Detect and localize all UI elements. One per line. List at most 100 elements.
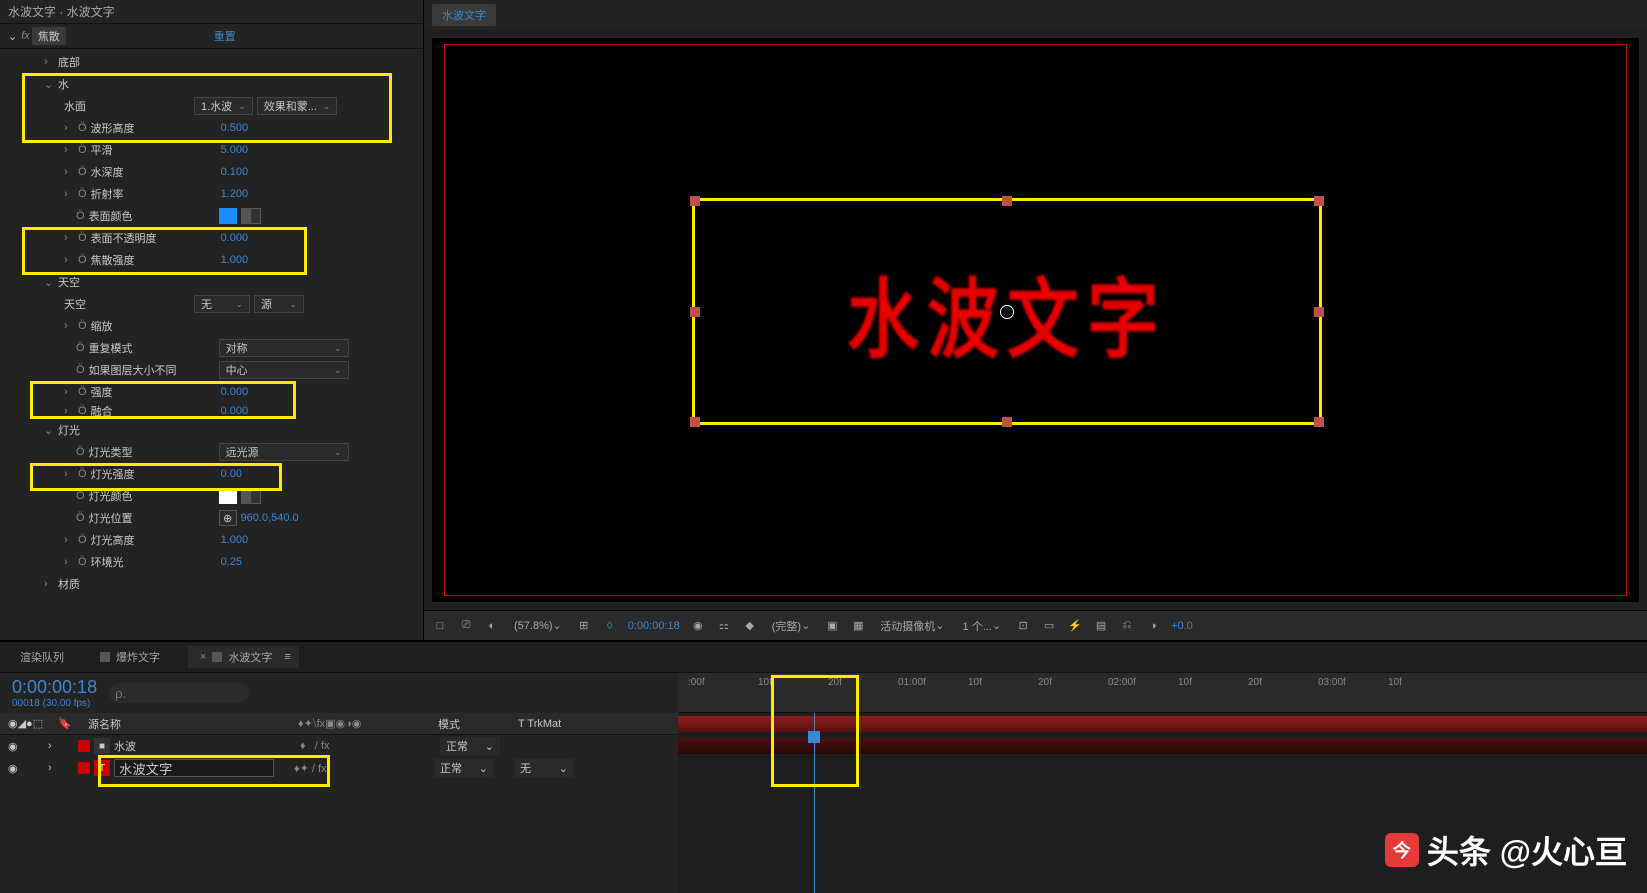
search-input[interactable] [109,683,249,703]
repeat-mode-dropdown[interactable]: 对称⌄ [219,339,349,357]
prop-water-surface[interactable]: 水面 1.水波⌄ 效果和蒙...⌄ [0,95,423,117]
tab-water[interactable]: ×水波文字≡ [188,646,299,668]
effect-name[interactable]: 焦散 [32,27,66,45]
layer-color-label[interactable] [78,740,90,752]
prop-sky-intensity[interactable]: › Ö 强度 0.000 [0,381,423,403]
prop-light-height[interactable]: › Ö 灯光高度 1.000 [0,529,423,551]
col-trkmat[interactable]: T TrkMat [518,718,561,730]
stopwatch-icon[interactable]: Ö [78,556,87,568]
tab-explode[interactable]: 爆炸文字 [92,646,168,668]
color-swatch[interactable] [219,208,237,224]
prop-light-group[interactable]: ⌄ 灯光 [0,419,423,441]
layer-bar[interactable] [678,716,1647,732]
stopwatch-icon[interactable]: Ö [76,364,85,376]
timeline-ruler[interactable]: :00f 10f 20f 01:00f 10f 20f 02:00f 10f 2… [678,673,1647,713]
prop-light-type[interactable]: Ö 灯光类型 远光源⌄ [0,441,423,463]
playhead[interactable] [814,713,815,893]
handle-w[interactable] [690,307,700,317]
prop-scale[interactable]: › Ö 缩放 [0,315,423,337]
prop-depth[interactable]: › Ö 水深度 0.100 [0,161,423,183]
effect-row[interactable]: ⌄ fx 焦散 重置 [0,24,423,49]
preview-tab[interactable]: 水波文字 [432,4,496,26]
layer-bar[interactable] [678,738,1647,754]
stopwatch-icon[interactable]: Ö [78,188,87,200]
color-swatch[interactable] [219,488,237,504]
prop-repeat-mode[interactable]: Ö 重复模式 对称⌄ [0,337,423,359]
stopwatch-icon[interactable]: Ö [76,490,85,502]
stopwatch-icon[interactable]: Ö [78,534,87,546]
prop-sky-group[interactable]: ⌄ 天空 [0,271,423,293]
timeline-icon[interactable]: ▤ [1093,618,1109,634]
stopwatch-icon[interactable]: Ö [78,232,87,244]
close-icon[interactable]: × [200,651,206,663]
res-icon[interactable]: ⊞ [576,618,592,634]
stopwatch-icon[interactable]: Ö [78,254,87,266]
exposure-value[interactable]: +0.0 [1171,620,1193,632]
prop-sky[interactable]: 天空 无⌄ 源⌄ [0,293,423,315]
crosshair-icon[interactable]: ⊕ [219,510,237,526]
mode-dropdown[interactable]: 正常⌄ [440,737,500,755]
stopwatch-icon[interactable]: Ö [76,512,85,524]
prop-caustic-strength[interactable]: › Ö 焦散强度 1.000 [0,249,423,271]
prop-water-group[interactable]: ⌄ 水 [0,73,423,95]
text-layer-bounds[interactable]: 水波文字 [692,198,1322,425]
stopwatch-icon[interactable]: Ö [76,446,85,458]
av-column-icons[interactable]: ◉◢●⬚ [8,717,58,730]
trkmat-dropdown[interactable]: 无⌄ [514,759,574,777]
grid-icon[interactable]: ⊡ [1015,618,1031,634]
playhead-handle[interactable] [808,731,820,743]
prop-if-diff[interactable]: Ö 如果图层大小不同 中心⌄ [0,359,423,381]
handle-se[interactable] [1314,417,1324,427]
stopwatch-icon[interactable]: Ö [76,342,85,354]
switches-column[interactable]: ♦✦⧹fx▣◉◑◉ [298,717,438,731]
stopwatch-icon[interactable]: Ö [78,405,87,417]
prop-blend[interactable]: › Ö 融合 0.000 [0,403,423,419]
handle-nw[interactable] [690,196,700,206]
eye-icon[interactable]: ◉ [8,762,18,775]
eye-icon[interactable]: ◉ [8,740,18,753]
zoom-dropdown[interactable]: (57.8%) ⌄ [510,618,566,633]
light-type-dropdown[interactable]: 远光源⌄ [219,443,349,461]
tab-render-queue[interactable]: 渲染队列 [12,646,72,668]
reset-link[interactable]: 重置 [214,28,236,44]
stopwatch-icon[interactable]: Ö [78,166,87,178]
surface-dropdown[interactable]: 1.水波⌄ [194,97,253,115]
pixel-aspect-icon[interactable]: ▭ [1041,618,1057,634]
handle-sw[interactable] [690,417,700,427]
handle-n[interactable] [1002,196,1012,206]
prop-wave-height[interactable]: › Ö 波形高度 0.500 [0,117,423,139]
layer-name[interactable]: 水波 [114,738,300,754]
prop-surface-color[interactable]: Ö 表面颜色 [0,205,423,227]
prop-light-intensity[interactable]: › Ö 灯光强度 0.00 [0,463,423,485]
exposure-reset-icon[interactable]: ◑ [1145,618,1161,634]
current-timecode[interactable]: 0:00:00:18 [12,677,97,698]
col-mode[interactable]: 模式 [438,716,518,732]
stopwatch-icon[interactable]: Ö [78,320,87,332]
mode-dropdown[interactable]: 正常⌄ [434,759,494,777]
prop-bottom[interactable]: › 底部 [0,51,423,73]
layer-row[interactable]: ◉ › ■ 水波 ♦ / fx 正常⌄ [0,735,678,757]
surface-mode-dropdown[interactable]: 效果和蒙...⌄ [257,97,338,115]
roi-icon[interactable]: ▣ [824,618,840,634]
layer-color-label[interactable] [78,762,90,774]
if-diff-dropdown[interactable]: 中心⌄ [219,361,349,379]
crop-icon[interactable]: ◊ [602,618,618,634]
snapshot-icon[interactable]: ◉ [690,618,706,634]
views-dropdown[interactable]: 1 个... ⌄ [959,617,1006,635]
sky-mode-dropdown[interactable]: 源⌄ [254,295,304,313]
eyedropper-icon[interactable] [241,208,261,224]
handle-e[interactable] [1314,307,1324,317]
mask-icon[interactable]: ◐ [484,618,500,634]
stopwatch-icon[interactable]: Ö [78,468,87,480]
prop-refraction[interactable]: › Ö 折射率 1.200 [0,183,423,205]
col-source[interactable]: 源名称 [88,716,298,732]
camera-dropdown[interactable]: 活动摄像机 ⌄ [876,617,948,635]
prop-ambient[interactable]: › Ö 环境光 0.25 [0,551,423,573]
handle-s[interactable] [1002,417,1012,427]
fast-preview-icon[interactable]: ⚡ [1067,618,1083,634]
wave-height-value[interactable]: 0.500 [221,122,249,134]
stopwatch-icon[interactable]: Ö [78,386,87,398]
eyedropper-icon[interactable] [241,488,261,504]
preview-canvas[interactable]: 水波文字 [432,38,1639,602]
stopwatch-icon[interactable]: Ö [78,144,87,156]
